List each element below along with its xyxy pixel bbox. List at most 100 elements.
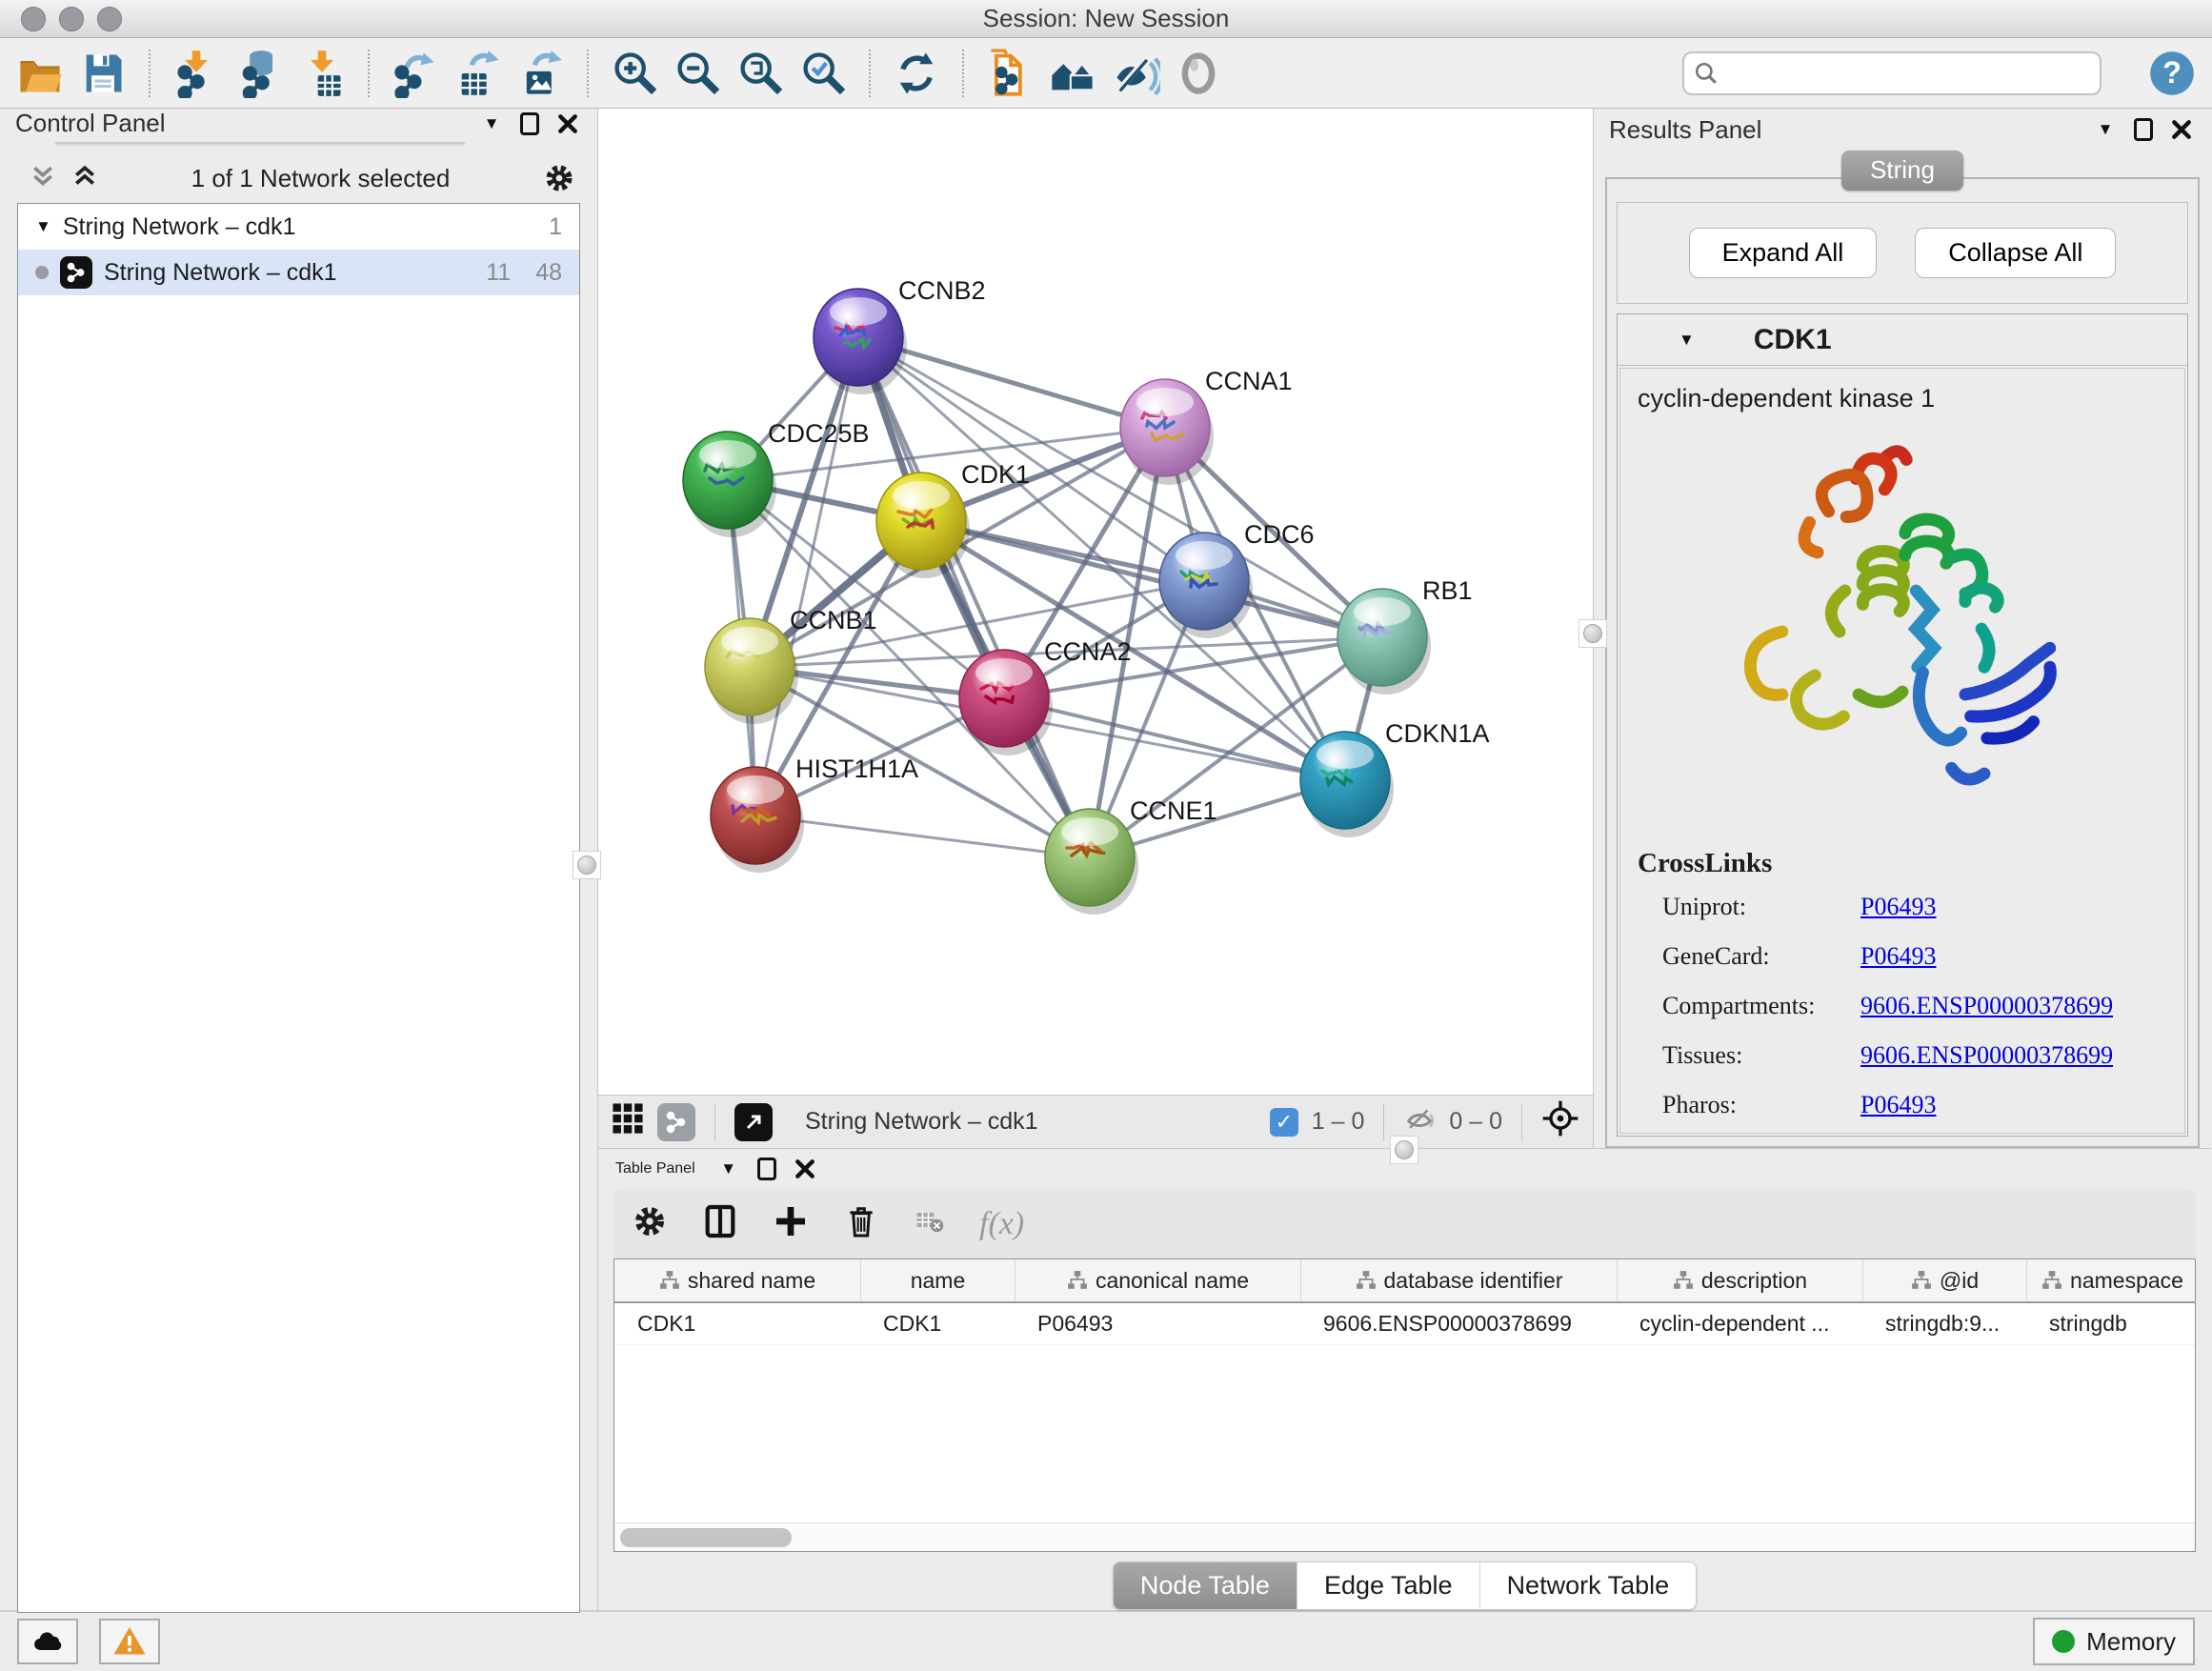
- birds-eye-view-icon[interactable]: [1541, 1099, 1579, 1144]
- apply-layout-button[interactable]: [890, 46, 943, 101]
- cell-database-identifier[interactable]: 9606.ENSP00000378699: [1300, 1303, 1617, 1344]
- table-options-gear-icon[interactable]: [631, 1202, 669, 1245]
- home-view-button[interactable]: [1046, 46, 1099, 101]
- cell-description[interactable]: cyclin-dependent ...: [1617, 1303, 1862, 1344]
- import-network-from-database-button[interactable]: [232, 46, 286, 101]
- export-network-button[interactable]: [389, 46, 442, 101]
- tab-node-table[interactable]: Node Table: [1114, 1562, 1297, 1609]
- network-row-selected[interactable]: String Network – cdk1 11 48: [18, 250, 579, 295]
- expand-all-networks-icon[interactable]: [70, 162, 99, 195]
- string-import-button[interactable]: [983, 46, 1036, 101]
- column-header-canonical-name[interactable]: canonical name: [1015, 1259, 1300, 1301]
- network-share-view-icon[interactable]: [657, 1103, 695, 1141]
- save-session-button[interactable]: [76, 46, 130, 101]
- table-row[interactable]: CDK1 CDK1 P06493 9606.ENSP00000378699 cy…: [614, 1303, 2195, 1345]
- zoom-fit-button[interactable]: [734, 46, 787, 101]
- tree-expand-icon[interactable]: ▼: [35, 217, 51, 236]
- results-panel-close-icon[interactable]: [2167, 115, 2196, 144]
- control-panel-float-menu-icon[interactable]: ▼: [477, 110, 506, 138]
- column-header-id[interactable]: @id: [1862, 1259, 2026, 1301]
- table-panel-close-icon[interactable]: [791, 1155, 819, 1183]
- network-node-HIST1H1A[interactable]: HIST1H1A: [711, 755, 918, 873]
- help-button[interactable]: ?: [2145, 46, 2199, 101]
- network-canvas[interactable]: CCNB2CCNA1CDC25BCDK1CDC6RB1CCNB1CCNA2CDK…: [598, 109, 1593, 1095]
- zoom-window-button[interactable]: [97, 7, 122, 31]
- network-node-RB1[interactable]: RB1: [1337, 576, 1473, 695]
- tab-sets[interactable]: Sets: [363, 143, 464, 144]
- network-options-gear-icon[interactable]: [542, 161, 576, 195]
- cell-id[interactable]: stringdb:9...: [1862, 1303, 2026, 1344]
- network-node-CCNB1[interactable]: CCNB1: [705, 606, 877, 724]
- table-horizontal-scrollbar[interactable]: [614, 1522, 2195, 1551]
- tissues-link[interactable]: 9606.ENSP00000378699: [1860, 1041, 2113, 1070]
- zoom-in-button[interactable]: [608, 46, 661, 101]
- network-collection-row[interactable]: ▼ String Network – cdk1 1: [18, 204, 579, 250]
- results-panel-float-menu-icon[interactable]: ▼: [2091, 115, 2120, 144]
- tab-network[interactable]: Network: [56, 143, 158, 144]
- selected-checkbox-icon[interactable]: ✓: [1270, 1108, 1298, 1137]
- results-panel-float-icon[interactable]: [2129, 115, 2158, 144]
- open-session-button[interactable]: [13, 46, 67, 101]
- search-box[interactable]: [1682, 51, 2101, 95]
- collapse-all-button[interactable]: Collapse All: [1915, 228, 2116, 278]
- tab-string[interactable]: String: [1841, 151, 1963, 191]
- scrollbar-thumb[interactable]: [620, 1528, 792, 1547]
- grid-view-icon[interactable]: [612, 1102, 644, 1141]
- warnings-button[interactable]: [99, 1619, 160, 1664]
- network-node-CCNB2[interactable]: CCNB2: [814, 276, 986, 394]
- column-header-shared-name[interactable]: shared name: [614, 1259, 860, 1301]
- tab-style[interactable]: Style: [158, 143, 260, 144]
- import-network-button[interactable]: [170, 46, 223, 101]
- tab-edge-table[interactable]: Edge Table: [1297, 1562, 1480, 1609]
- uniprot-link[interactable]: P06493: [1860, 893, 1936, 921]
- network-edge[interactable]: [755, 815, 1090, 857]
- network-node-CCNA2[interactable]: CCNA2: [959, 637, 1132, 755]
- memory-button[interactable]: Memory: [2033, 1618, 2195, 1665]
- right-splitter-handle[interactable]: [1579, 619, 1607, 648]
- network-node-CCNE1[interactable]: CCNE1: [1045, 796, 1217, 915]
- cloud-status-button[interactable]: [17, 1619, 78, 1664]
- hide-selected-button[interactable]: [1109, 46, 1162, 101]
- close-window-button[interactable]: [21, 7, 46, 31]
- cell-namespace[interactable]: stringdb: [2026, 1303, 2196, 1344]
- column-header-database-identifier[interactable]: database identifier: [1300, 1259, 1617, 1301]
- export-image-button[interactable]: [514, 46, 568, 101]
- tab-select[interactable]: Select: [261, 143, 363, 144]
- control-panel-title: Control Panel: [15, 109, 166, 138]
- export-table-button[interactable]: [452, 46, 505, 101]
- network-node-CDC6[interactable]: CDC6: [1159, 520, 1315, 638]
- gene-collapse-icon[interactable]: ▼: [1679, 331, 1695, 350]
- cell-canonical-name[interactable]: P06493: [1015, 1303, 1300, 1344]
- zoom-selected-button[interactable]: [796, 46, 850, 101]
- minimize-window-button[interactable]: [59, 7, 84, 31]
- control-panel-close-icon[interactable]: [553, 110, 582, 138]
- collapse-all-networks-icon[interactable]: [29, 162, 57, 195]
- column-header-description[interactable]: description: [1617, 1259, 1862, 1301]
- detach-view-icon[interactable]: [734, 1103, 773, 1141]
- network-graph[interactable]: CCNB2CCNA1CDC25BCDK1CDC6RB1CCNB1CCNA2CDK…: [598, 109, 1593, 1095]
- show-columns-icon[interactable]: [701, 1202, 739, 1245]
- search-input[interactable]: [1726, 59, 2090, 88]
- table-panel-float-icon[interactable]: [753, 1155, 781, 1183]
- zoom-out-button[interactable]: [671, 46, 724, 101]
- expand-all-button[interactable]: Expand All: [1689, 228, 1878, 278]
- delete-column-icon[interactable]: [842, 1202, 880, 1245]
- tab-network-table[interactable]: Network Table: [1480, 1562, 1697, 1609]
- compartments-link[interactable]: 9606.ENSP00000378699: [1860, 992, 2113, 1020]
- genecard-link[interactable]: P06493: [1860, 942, 1936, 971]
- pharos-link[interactable]: P06493: [1860, 1091, 1936, 1119]
- control-panel-float-icon[interactable]: [515, 110, 544, 138]
- network-edge[interactable]: [755, 337, 858, 815]
- left-splitter-handle[interactable]: [573, 851, 601, 879]
- bottom-splitter-handle[interactable]: [1390, 1136, 1418, 1164]
- add-column-icon[interactable]: [772, 1202, 810, 1245]
- window-controls[interactable]: [21, 7, 122, 31]
- show-all-button[interactable]: [1172, 46, 1225, 101]
- table-panel-float-menu-icon[interactable]: ▼: [714, 1155, 743, 1183]
- import-table-button[interactable]: [295, 46, 349, 101]
- column-header-namespace[interactable]: namespace: [2026, 1259, 2196, 1301]
- cell-shared-name[interactable]: CDK1: [614, 1303, 860, 1344]
- network-node-CDKN1A[interactable]: CDKN1A: [1300, 719, 1490, 837]
- column-header-name[interactable]: name: [860, 1259, 1015, 1301]
- cell-name[interactable]: CDK1: [860, 1303, 1015, 1344]
